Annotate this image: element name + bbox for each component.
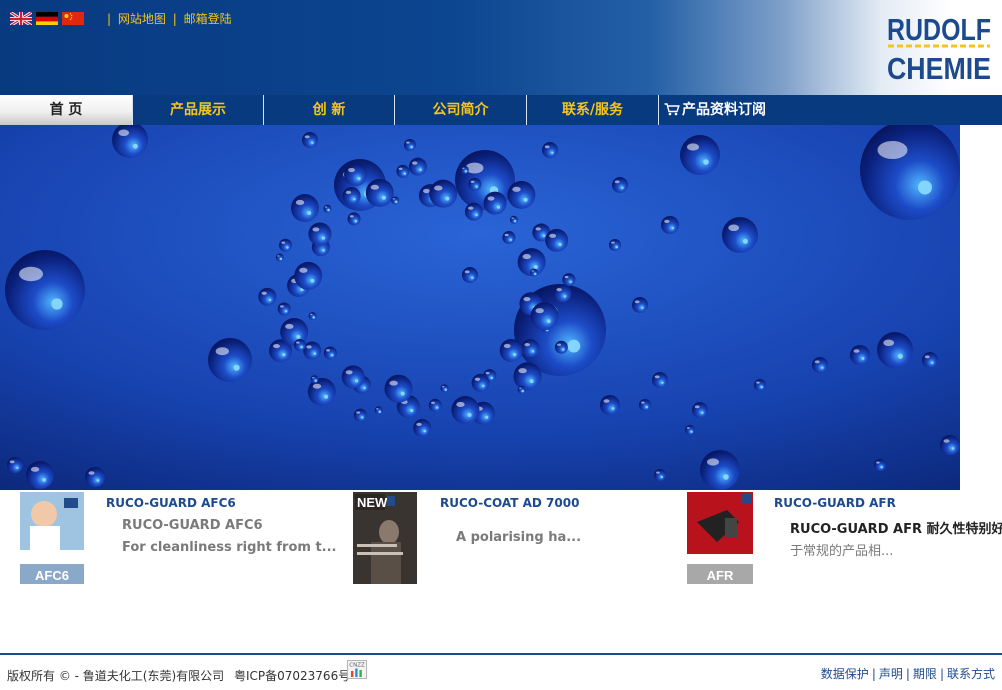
footer-link-statement[interactable]: 声明 (879, 667, 903, 681)
hero-banner-image (0, 125, 960, 490)
separator: | (107, 12, 112, 26)
product-image-afr[interactable]: AFR (687, 492, 753, 584)
copyright-text: 版权所有 © - 鲁道夫化工(东莞)有限公司 (7, 669, 225, 683)
svg-text:AFC6: AFC6 (35, 568, 69, 583)
footer-link-terms[interactable]: 期限 (913, 667, 937, 681)
separator: | (871, 667, 876, 681)
product-desc-afc6: For cleanliness right from t... (122, 540, 337, 555)
rudolf-chemie-logo[interactable]: RUDOLF CHEMIE (886, 10, 992, 82)
svg-text:RUDOLF: RUDOLF (887, 12, 991, 47)
footer-divider (0, 653, 1002, 655)
main-navigation: 首 页 产品展示 创 新 公司简介 联系/服务 产品资料订阅 (0, 95, 1002, 125)
svg-text:CHEMIE: CHEMIE (887, 51, 991, 82)
nav-products[interactable]: 产品展示 (133, 95, 263, 125)
separator: | (905, 667, 910, 681)
nav-home[interactable]: 首 页 (0, 95, 132, 125)
svg-text:AFR: AFR (707, 568, 734, 583)
icp-link[interactable]: 粤ICP备07023766号 (234, 669, 350, 683)
stat-counter-icon[interactable]: CNZZ (347, 660, 367, 679)
nav-subscribe-label: 产品资料订阅 (682, 102, 766, 118)
footer-link-privacy[interactable]: 数据保护 (821, 667, 869, 681)
product-title-ad7000[interactable]: RUCO-COAT AD 7000 (440, 496, 579, 510)
top-links: | 网站地图 | 邮箱登陆 (104, 10, 232, 27)
product-subtitle-afc6: RUCO-GUARD AFC6 (122, 518, 263, 533)
cart-icon (664, 103, 680, 116)
product-teaser-row: AFC6 RUCO-GUARD AFC6 RUCO-GUARD AFC6 For… (0, 490, 1002, 600)
email-login-link[interactable]: 邮箱登陆 (184, 12, 232, 26)
product-image-ad7000[interactable]: NEW (353, 492, 417, 584)
product-title-afr[interactable]: RUCO-GUARD AFR (774, 496, 896, 510)
nav-divider (658, 95, 659, 125)
svg-text:CNZZ: CNZZ (349, 663, 365, 669)
product-desc-afr: 于常规的产品相... (790, 544, 894, 559)
product-title-afc6[interactable]: RUCO-GUARD AFC6 (106, 496, 236, 510)
chinese-flag-icon[interactable] (62, 11, 84, 25)
separator: | (172, 12, 177, 26)
product-image-afc6[interactable]: AFC6 (20, 492, 84, 584)
separator: | (939, 667, 944, 681)
sitemap-link[interactable]: 网站地图 (118, 12, 166, 26)
german-flag-icon[interactable] (36, 11, 58, 25)
nav-about[interactable]: 公司简介 (395, 95, 526, 125)
nav-contact-service[interactable]: 联系/服务 (527, 95, 658, 125)
footer-links: 数据保护 | 声明 | 期限 | 联系方式 (821, 665, 995, 682)
product-desc-ad7000: A polarising ha... (456, 530, 582, 545)
product-subtitle-afr: RUCO-GUARD AFR 耐久性特别好 (790, 522, 1002, 537)
nav-subscribe[interactable]: 产品资料订阅 (664, 95, 804, 125)
footer-link-contact[interactable]: 联系方式 (947, 667, 995, 681)
header: | 网站地图 | 邮箱登陆 RUDOLF CHEMIE (0, 0, 1002, 95)
nav-innovation[interactable]: 创 新 (264, 95, 394, 125)
svg-text:NEW: NEW (357, 495, 388, 510)
english-flag-icon[interactable] (10, 11, 32, 25)
footer-copyright: 版权所有 © - 鲁道夫化工(东莞)有限公司 粤ICP备07023766号 (7, 667, 350, 684)
language-flags (10, 11, 84, 25)
